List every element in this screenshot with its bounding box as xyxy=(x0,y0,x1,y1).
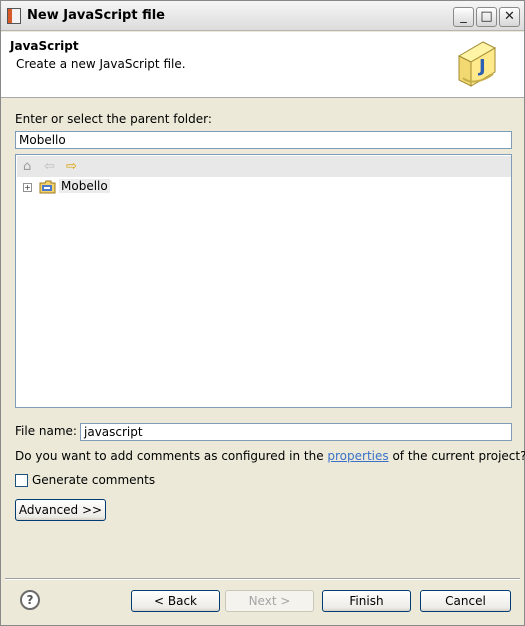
tree-toolbar: ⌂ ⇦ ⇨ xyxy=(17,156,511,177)
cancel-button[interactable]: Cancel xyxy=(420,590,511,612)
forward-arrow-icon[interactable]: ⇨ xyxy=(66,159,77,174)
wizard-header: JavaScript Create a new JavaScript file.… xyxy=(1,32,524,98)
maximize-button[interactable]: □ xyxy=(476,7,497,27)
file-name-label: File name: xyxy=(15,424,77,438)
wizard-description: Create a new JavaScript file. xyxy=(16,57,186,71)
back-arrow-icon[interactable]: ⇦ xyxy=(44,159,55,174)
project-folder-icon xyxy=(39,180,56,194)
parent-folder-input[interactable]: Mobello xyxy=(15,131,512,149)
folder-tree[interactable]: ⌂ ⇦ ⇨ + Mobello xyxy=(15,154,512,408)
home-icon[interactable]: ⌂ xyxy=(23,159,31,174)
svg-text:J: J xyxy=(477,56,486,77)
generate-comments-label[interactable]: Generate comments xyxy=(32,473,155,487)
close-button[interactable]: ✕ xyxy=(499,7,520,27)
parent-folder-label: Enter or select the parent folder: xyxy=(15,112,212,126)
title-bar[interactable]: New JavaScript file _ □ ✕ xyxy=(1,1,524,31)
finish-button[interactable]: Finish xyxy=(322,590,411,612)
expand-icon[interactable]: + xyxy=(23,183,32,192)
comments-question: Do you want to add comments as configure… xyxy=(15,449,525,463)
button-bar-separator xyxy=(5,578,520,580)
minimize-button[interactable]: _ xyxy=(453,7,474,27)
dialog-window: New JavaScript file _ □ ✕ JavaScript Cre… xyxy=(0,0,525,626)
advanced-button[interactable]: Advanced >> xyxy=(15,499,106,521)
comments-question-prefix: Do you want to add comments as configure… xyxy=(15,449,328,463)
generate-comments-checkbox[interactable] xyxy=(15,474,28,487)
tree-item-label: Mobello xyxy=(59,179,110,193)
comments-question-suffix: of the current project? xyxy=(388,449,525,463)
back-button[interactable]: < Back xyxy=(131,590,220,612)
help-icon[interactable]: ? xyxy=(20,590,40,610)
app-icon xyxy=(7,8,21,24)
file-name-input[interactable]: javascript xyxy=(80,423,512,441)
next-button[interactable]: Next > xyxy=(225,590,314,612)
wizard-title: JavaScript xyxy=(10,39,79,53)
javascript-file-icon: J xyxy=(457,41,497,87)
properties-link[interactable]: properties xyxy=(327,449,388,463)
window-title: New JavaScript file xyxy=(27,8,165,23)
